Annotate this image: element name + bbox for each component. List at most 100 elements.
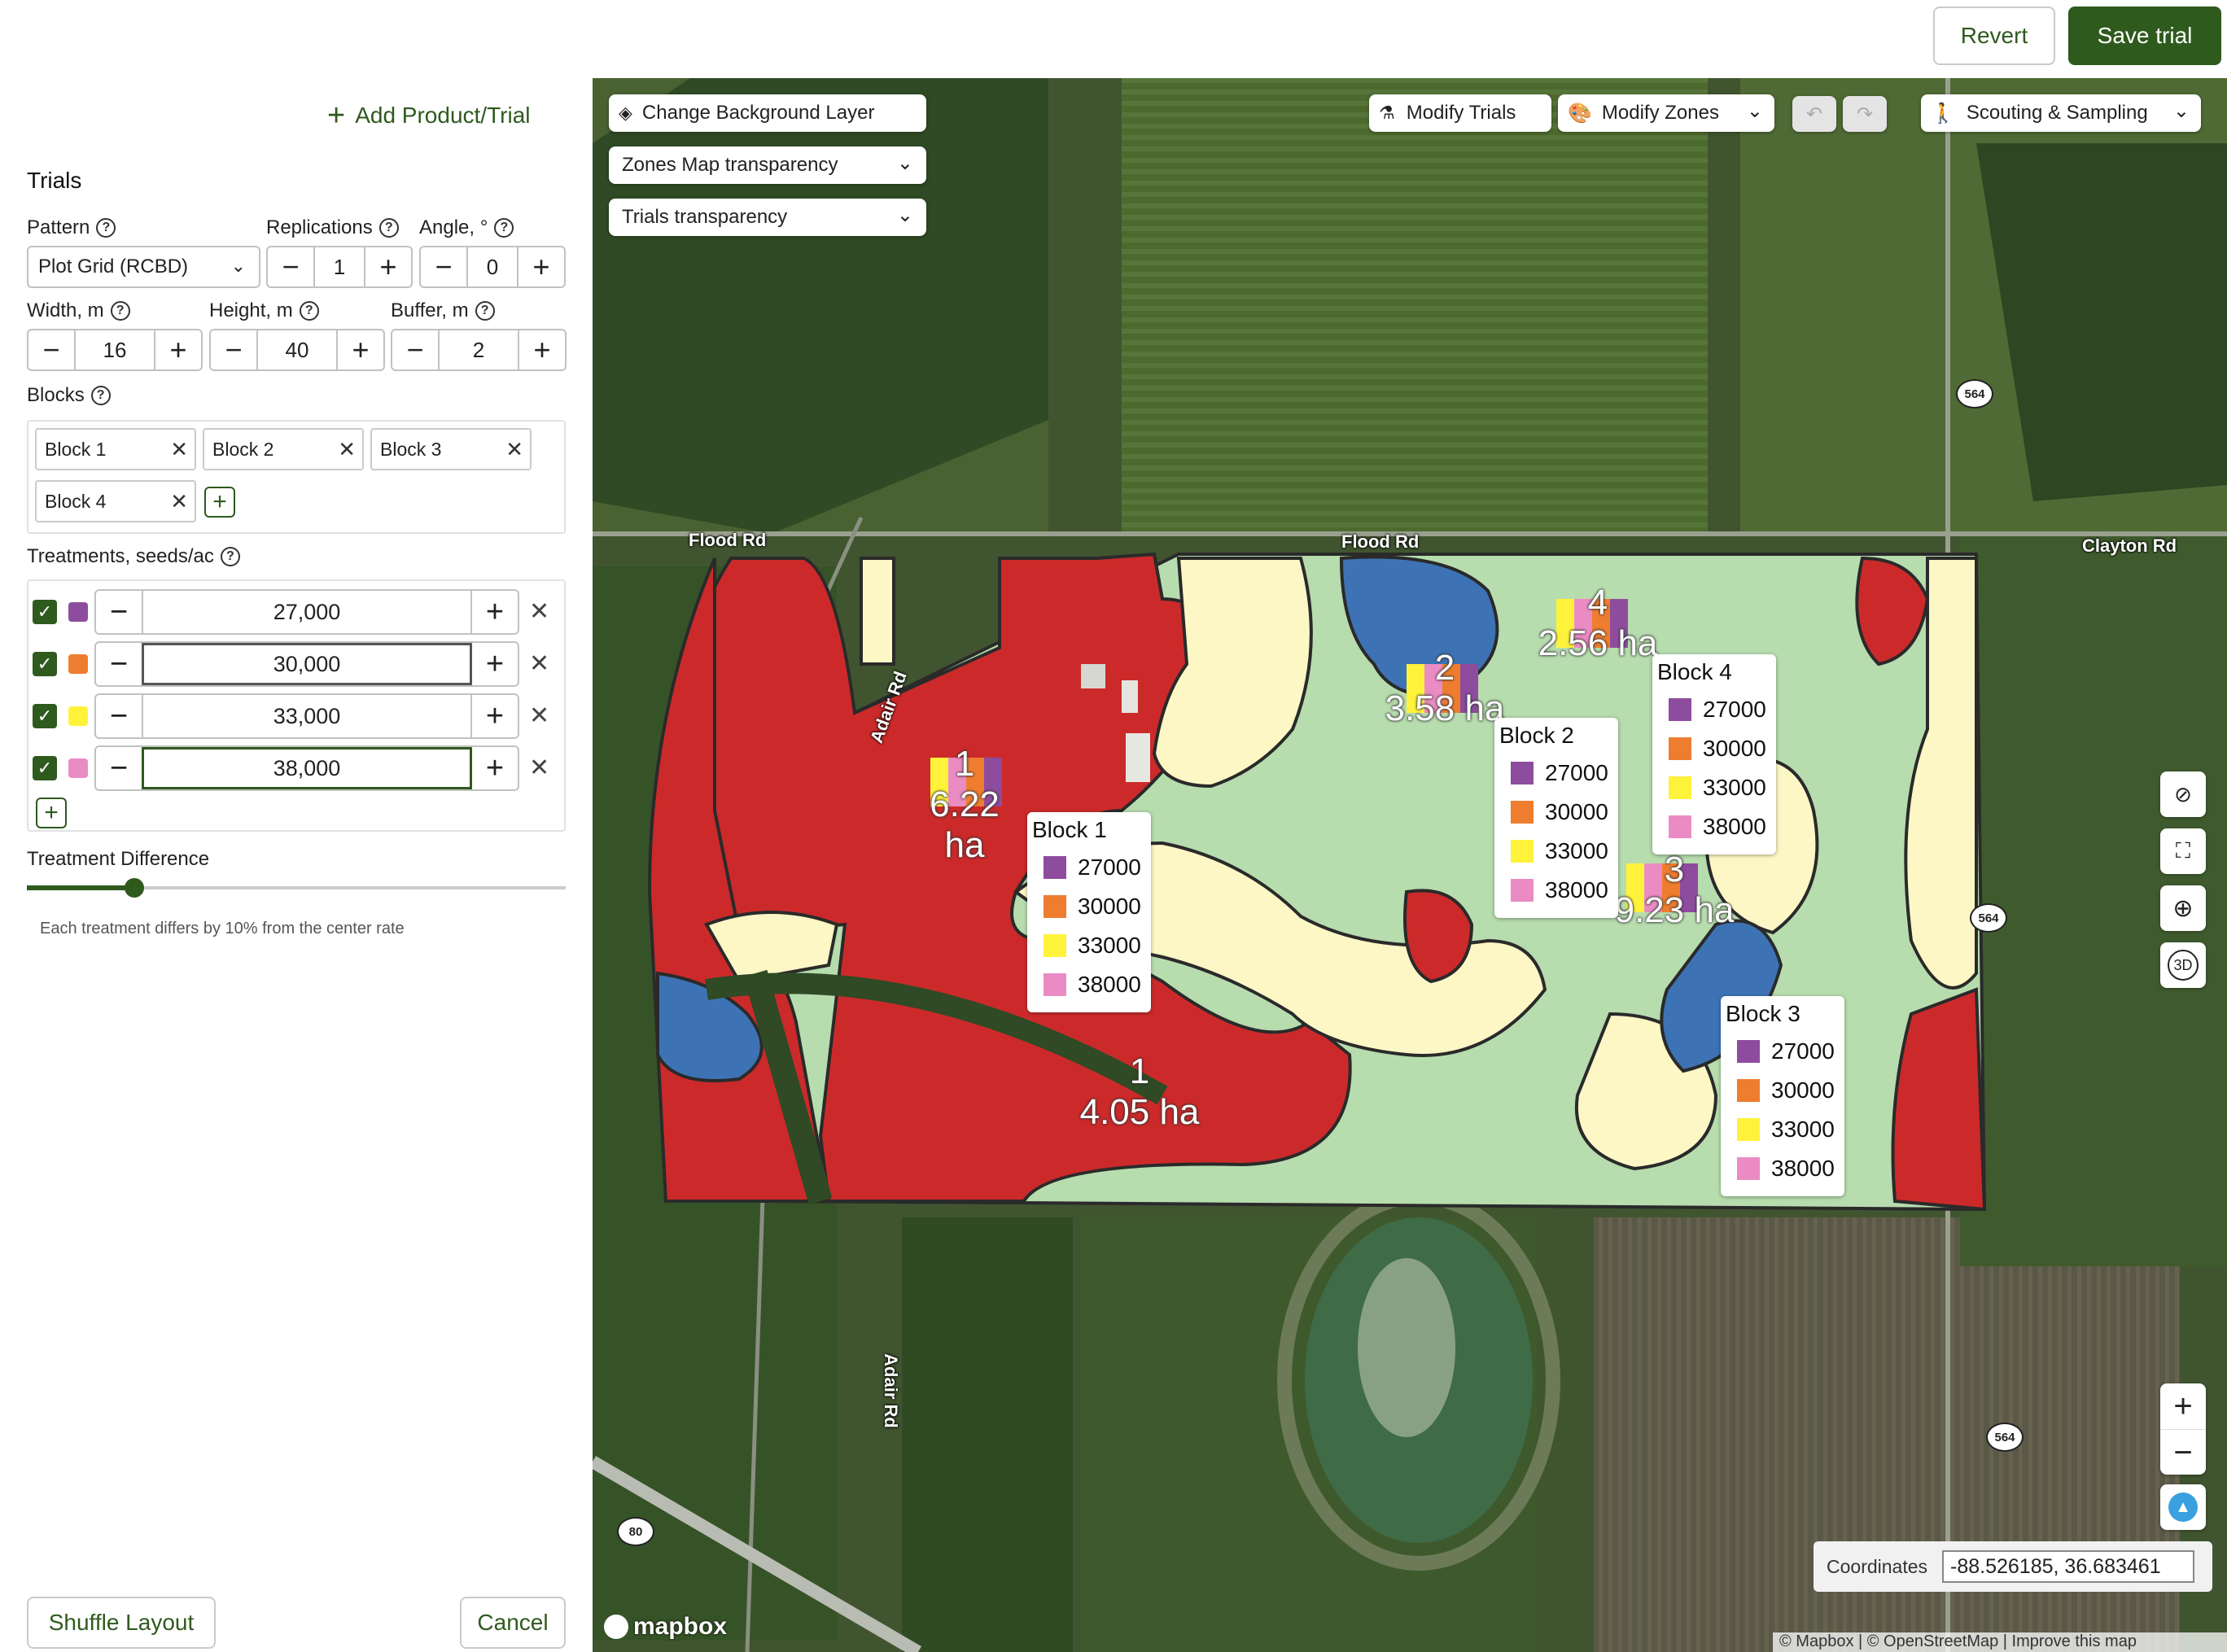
width-value[interactable]: 16 xyxy=(74,330,155,369)
slider-thumb[interactable] xyxy=(125,878,145,898)
compass-button[interactable]: ▲ xyxy=(2160,1484,2206,1530)
add-product-trial-label: Add Product/Trial xyxy=(355,103,531,128)
revert-button[interactable]: Revert xyxy=(1933,7,2055,65)
close-icon[interactable]: ✕ xyxy=(170,437,188,462)
close-icon[interactable]: ✕ xyxy=(338,437,356,462)
treatment-checkbox[interactable]: ✓ xyxy=(33,756,57,780)
treatment-value[interactable]: 27,000 xyxy=(142,591,472,633)
zone-label: 3 9.23 ha xyxy=(1613,850,1735,931)
replications-value[interactable]: 1 xyxy=(313,247,365,286)
treatment-color-swatch xyxy=(68,706,88,726)
decrement-button[interactable]: − xyxy=(28,330,74,369)
help-icon[interactable]: ? xyxy=(220,547,240,566)
trials-transparency-dropdown[interactable]: Trials transparency ⌄ xyxy=(609,199,926,236)
replications-stepper[interactable]: − 1 + xyxy=(266,246,413,288)
remove-treatment-icon[interactable]: ✕ xyxy=(529,649,549,678)
angle-value[interactable]: 0 xyxy=(466,247,518,286)
increment-button[interactable]: + xyxy=(472,591,518,633)
modify-zones-dropdown[interactable]: 🎨 Modify Zones ⌄ xyxy=(1558,94,1774,132)
increment-button[interactable]: + xyxy=(155,330,201,369)
buffer-value[interactable]: 2 xyxy=(438,330,519,369)
help-icon[interactable]: ? xyxy=(96,218,116,238)
fit-bounds-button[interactable]: ⛶ xyxy=(2160,828,2206,874)
decrement-button[interactable]: − xyxy=(268,247,313,286)
help-icon[interactable]: ? xyxy=(475,301,495,321)
treatment-stepper[interactable]: − 38,000 + xyxy=(94,745,519,791)
mapbox-icon xyxy=(604,1615,628,1639)
locate-button[interactable]: ⊕ xyxy=(2160,885,2206,931)
block-chip[interactable]: Block 1 ✕ xyxy=(35,428,196,470)
treatment-checkbox[interactable]: ✓ xyxy=(33,704,57,728)
increment-button[interactable]: + xyxy=(338,330,383,369)
hide-trials-button[interactable]: ⊘ xyxy=(2160,771,2206,817)
decrement-button[interactable]: − xyxy=(96,643,142,685)
scouting-sampling-dropdown[interactable]: 🚶 Scouting & Sampling ⌄ xyxy=(1921,94,2201,132)
treatment-difference-slider[interactable] xyxy=(27,876,566,900)
redo-button[interactable]: ↷ xyxy=(1843,96,1887,132)
add-block-button[interactable]: + xyxy=(204,487,235,518)
decrement-button[interactable]: − xyxy=(96,747,142,789)
decrement-button[interactable]: − xyxy=(421,247,466,286)
help-icon[interactable]: ? xyxy=(378,218,399,238)
treatment-checkbox[interactable]: ✓ xyxy=(33,600,57,624)
remove-treatment-icon[interactable]: ✕ xyxy=(529,701,549,730)
treatment-stepper[interactable]: − 30,000 + xyxy=(94,641,519,687)
treatment-value[interactable]: 38,000 xyxy=(142,747,472,789)
modify-trials-button[interactable]: ⚗ Modify Trials xyxy=(1369,94,1551,132)
increment-button[interactable]: + xyxy=(518,247,564,286)
treatment-stepper[interactable]: − 27,000 + xyxy=(94,589,519,635)
map-view[interactable]: ◈ Change Background Layer Zones Map tran… xyxy=(593,78,2227,1652)
close-icon[interactable]: ✕ xyxy=(170,489,188,514)
block-chip[interactable]: Block 4 ✕ xyxy=(35,480,196,522)
decrement-button[interactable]: − xyxy=(392,330,438,369)
save-trial-button[interactable]: Save trial xyxy=(2068,7,2221,65)
width-stepper[interactable]: − 16 + xyxy=(27,329,203,371)
map-attribution[interactable]: © Mapbox | © OpenStreetMap | Improve thi… xyxy=(1773,1632,2227,1652)
zoom-out-button[interactable]: − xyxy=(2160,1430,2206,1475)
legend-rate: 30000 xyxy=(1545,799,1608,824)
block-chip[interactable]: Block 3 ✕ xyxy=(370,428,532,470)
remove-treatment-icon[interactable]: ✕ xyxy=(529,754,549,782)
layers-icon: ◈ xyxy=(619,103,632,123)
shuffle-layout-button[interactable]: Shuffle Layout xyxy=(27,1597,216,1649)
zones-map-transparency-dropdown[interactable]: Zones Map transparency ⌄ xyxy=(609,146,926,184)
pattern-select[interactable]: Plot Grid (RCBD) ⌄ xyxy=(27,246,260,288)
treatment-checkbox[interactable]: ✓ xyxy=(33,652,57,676)
decrement-button[interactable]: − xyxy=(96,591,142,633)
undo-button[interactable]: ↶ xyxy=(1792,96,1836,132)
legend-rate: 38000 xyxy=(1703,814,1766,839)
increment-button[interactable]: + xyxy=(365,247,411,286)
decrement-button[interactable]: − xyxy=(211,330,256,369)
help-icon[interactable]: ? xyxy=(299,301,319,321)
increment-button[interactable]: + xyxy=(472,695,518,737)
angle-label: Angle, ° xyxy=(419,216,488,238)
treatment-stepper[interactable]: − 33,000 + xyxy=(94,693,519,739)
height-value[interactable]: 40 xyxy=(256,330,338,369)
close-icon[interactable]: ✕ xyxy=(505,437,523,462)
help-icon[interactable]: ? xyxy=(494,218,514,238)
remove-treatment-icon[interactable]: ✕ xyxy=(529,597,549,626)
coordinates-input[interactable]: -88.526185, 36.683461 xyxy=(1942,1550,2195,1583)
mapbox-logo[interactable]: mapbox xyxy=(604,1613,727,1641)
buffer-stepper[interactable]: − 2 + xyxy=(391,329,567,371)
view-3d-button[interactable]: 3D xyxy=(2160,942,2206,988)
chevron-down-icon: ⌄ xyxy=(1746,100,1763,122)
treatment-value[interactable]: 30,000 xyxy=(142,643,472,685)
zoom-in-button[interactable]: + xyxy=(2160,1383,2206,1430)
flask-icon: ⚗ xyxy=(1379,103,1395,123)
increment-button[interactable]: + xyxy=(472,643,518,685)
change-background-layer-button[interactable]: ◈ Change Background Layer xyxy=(609,94,926,132)
trials-transparency-label: Trials transparency xyxy=(622,206,788,228)
height-stepper[interactable]: − 40 + xyxy=(209,329,385,371)
help-icon[interactable]: ? xyxy=(110,301,130,321)
angle-stepper[interactable]: − 0 + xyxy=(419,246,566,288)
treatment-value[interactable]: 33,000 xyxy=(142,695,472,737)
help-icon[interactable]: ? xyxy=(90,386,111,405)
increment-button[interactable]: + xyxy=(519,330,565,369)
cancel-button[interactable]: Cancel xyxy=(460,1597,566,1649)
block-chip[interactable]: Block 2 ✕ xyxy=(203,428,364,470)
add-product-trial-button[interactable]: + Add Product/Trial xyxy=(327,100,531,131)
add-treatment-button[interactable]: + xyxy=(36,798,67,828)
decrement-button[interactable]: − xyxy=(96,695,142,737)
increment-button[interactable]: + xyxy=(472,747,518,789)
